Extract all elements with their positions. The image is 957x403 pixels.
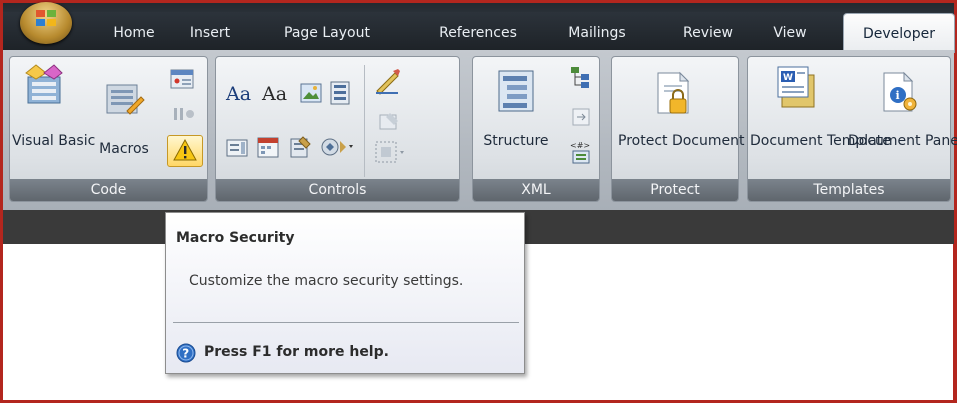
group-controls-label: Controls <box>216 179 459 201</box>
group-xml-label: XML <box>473 179 599 201</box>
document-panel-icon[interactable]: i <box>880 71 920 115</box>
ribbon-tab-bar: Home Insert Page Layout References Maili… <box>3 2 955 53</box>
picture-control-icon[interactable] <box>300 83 322 103</box>
protect-document-icon[interactable] <box>654 71 694 117</box>
office-button[interactable] <box>20 2 72 44</box>
group-code-label: Code <box>10 179 207 201</box>
structure-icon[interactable] <box>497 69 537 115</box>
properties-icon[interactable] <box>378 111 400 131</box>
building-block-icon[interactable] <box>330 81 350 105</box>
document-template-label[interactable]: Document Template <box>750 133 891 150</box>
help-icon: ? <box>176 343 196 363</box>
document-panel-label[interactable]: Document Panel <box>848 133 957 150</box>
tab-home[interactable]: Home <box>98 12 170 50</box>
group-code: Visual Basic Macros Code <box>9 56 208 202</box>
schema-icon[interactable] <box>569 65 591 89</box>
tab-insert[interactable]: Insert <box>180 12 240 50</box>
office-logo-icon <box>36 10 56 26</box>
group-xml: Structure <#> XML <box>472 56 600 202</box>
tab-view[interactable]: View <box>763 12 817 50</box>
tab-developer[interactable]: Developer <box>843 13 955 53</box>
svg-text:?: ? <box>182 347 189 361</box>
tab-mailings[interactable]: Mailings <box>560 12 634 50</box>
macro-security-warning-icon <box>173 139 197 161</box>
combo-box-icon[interactable] <box>226 137 248 159</box>
ribbon: Visual Basic Macros Code Aa Aa Controls … <box>3 50 957 210</box>
tooltip-title: Macro Security <box>176 230 295 246</box>
tab-page-layout[interactable]: Page Layout <box>272 12 382 50</box>
tab-references[interactable]: References <box>423 12 533 50</box>
pause-recording-icon[interactable] <box>172 105 196 123</box>
macros-icon[interactable] <box>105 81 145 121</box>
group-protect: Protect Document Protect <box>611 56 744 202</box>
tooltip-description: Customize the macro security settings. <box>189 273 464 289</box>
structure-label[interactable]: Structure <box>479 133 553 150</box>
legacy-tools-icon[interactable] <box>288 135 312 159</box>
macro-security-button[interactable] <box>167 135 203 167</box>
design-mode-icon[interactable] <box>374 67 402 95</box>
controls-separator <box>364 65 365 177</box>
group-templates: W Document Template i Document Panel Tem… <box>747 56 957 202</box>
document-template-icon[interactable]: W <box>776 65 818 111</box>
svg-text:W: W <box>783 73 793 83</box>
date-picker-icon[interactable] <box>256 135 280 159</box>
svg-text:i: i <box>896 89 900 102</box>
tooltip-help-text: Press F1 for more help. <box>204 344 389 360</box>
transformation-icon[interactable] <box>571 107 591 127</box>
visual-basic-icon <box>25 64 63 104</box>
protect-document-label[interactable]: Protect Document <box>618 133 744 150</box>
macro-security-tooltip: Macro Security Customize the macro secur… <box>165 212 525 374</box>
tab-review[interactable]: Review <box>675 12 741 50</box>
group-controls: Aa Aa Controls <box>215 56 460 202</box>
visual-basic-label[interactable]: Visual Basic <box>12 133 95 150</box>
rich-text-control[interactable]: Aa <box>226 83 251 105</box>
record-macro-icon[interactable] <box>170 69 196 91</box>
group-protect-label: Protect <box>612 179 738 201</box>
tooltip-divider <box>173 322 519 323</box>
group-icon[interactable] <box>374 139 406 165</box>
plain-text-control[interactable]: Aa <box>262 83 287 105</box>
svg-text:<#>: <#> <box>570 141 590 150</box>
macros-label[interactable]: Macros <box>96 141 152 158</box>
group-templates-label: Templates <box>748 179 950 201</box>
legacy-controls-dropdown-icon[interactable] <box>320 135 354 159</box>
expansion-packs-icon[interactable]: <#> <box>569 139 593 165</box>
